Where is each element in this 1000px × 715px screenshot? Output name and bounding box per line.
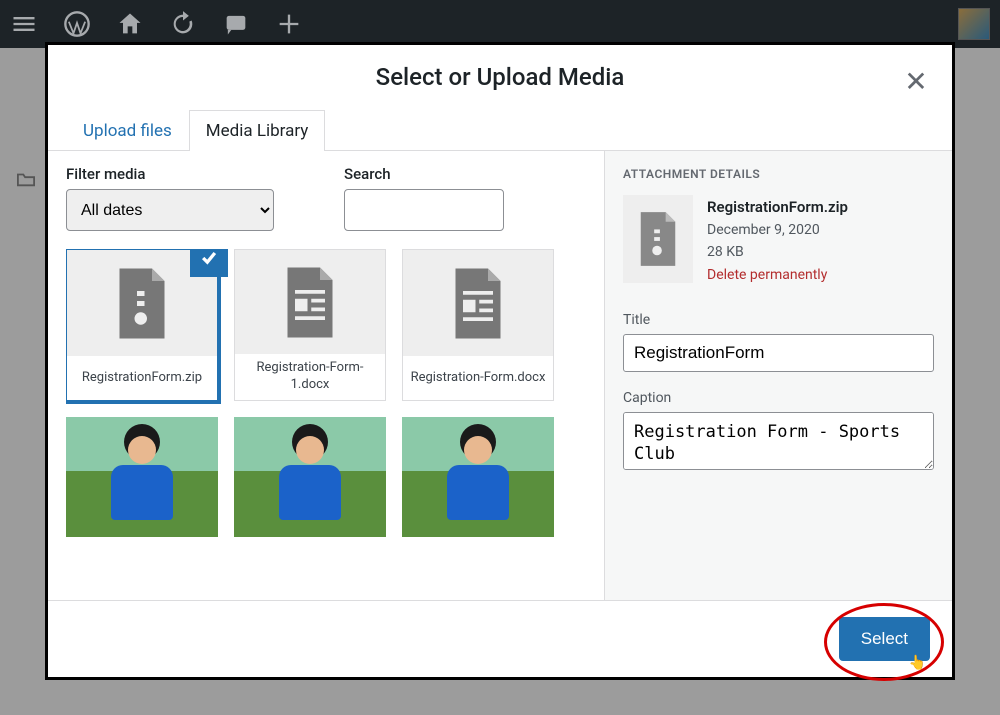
page-background <box>15 170 37 192</box>
tabs: Upload files Media Library <box>48 91 952 151</box>
media-label: Registration-Form-1.docx <box>235 354 385 400</box>
title-label: Title <box>623 312 934 328</box>
sidebar-heading: ATTACHMENT DETAILS <box>623 167 934 181</box>
caption-label: Caption <box>623 390 934 406</box>
search-input[interactable] <box>344 189 504 231</box>
media-item[interactable] <box>402 417 554 537</box>
comment-icon[interactable] <box>222 10 250 38</box>
home-icon[interactable] <box>116 10 144 38</box>
attachment-thumb <box>623 195 693 283</box>
media-item[interactable] <box>66 417 218 537</box>
media-label: Registration-Form.docx <box>403 356 553 400</box>
select-button[interactable]: Select <box>839 617 930 661</box>
image-thumb <box>66 417 218 537</box>
media-item[interactable]: Registration-Form.docx <box>402 249 554 401</box>
media-label: RegistrationForm.zip <box>67 356 217 400</box>
media-item[interactable] <box>234 417 386 537</box>
media-grid: RegistrationForm.zip Registration-Form-1… <box>66 249 586 586</box>
doc-icon <box>280 265 340 340</box>
filter-label: Filter media <box>66 165 274 183</box>
menu-icon[interactable] <box>10 10 38 38</box>
modal-footer: Select 👆 <box>48 600 952 677</box>
attachment-date: December 9, 2020 <box>707 219 848 241</box>
doc-icon <box>448 266 508 341</box>
filter-select[interactable]: All dates <box>66 189 274 231</box>
media-item[interactable]: Registration-Form-1.docx <box>234 249 386 401</box>
tab-media-library[interactable]: Media Library <box>189 110 326 151</box>
admin-bar <box>0 0 1000 48</box>
close-button[interactable]: ✕ <box>898 63 934 99</box>
avatar[interactable] <box>958 8 990 40</box>
image-thumb <box>234 417 386 537</box>
media-modal: Select or Upload Media ✕ Upload files Me… <box>45 42 955 680</box>
search-label: Search <box>344 165 504 183</box>
media-item[interactable]: RegistrationForm.zip <box>66 249 218 401</box>
plus-icon[interactable] <box>275 10 303 38</box>
refresh-icon[interactable] <box>169 10 197 38</box>
attachment-size: 28 KB <box>707 241 848 263</box>
attachment-sidebar: ATTACHMENT DETAILS RegistrationForm.zip … <box>604 151 952 600</box>
attachment-name: RegistrationForm.zip <box>707 195 848 219</box>
wordpress-icon[interactable] <box>63 10 91 38</box>
check-icon <box>194 249 224 273</box>
caption-input[interactable] <box>623 412 934 470</box>
tab-upload[interactable]: Upload files <box>66 110 189 151</box>
modal-title: Select or Upload Media <box>72 63 928 91</box>
image-thumb <box>402 417 554 537</box>
delete-link[interactable]: Delete permanently <box>707 264 848 286</box>
title-input[interactable] <box>623 334 934 372</box>
zip-icon <box>112 266 172 341</box>
